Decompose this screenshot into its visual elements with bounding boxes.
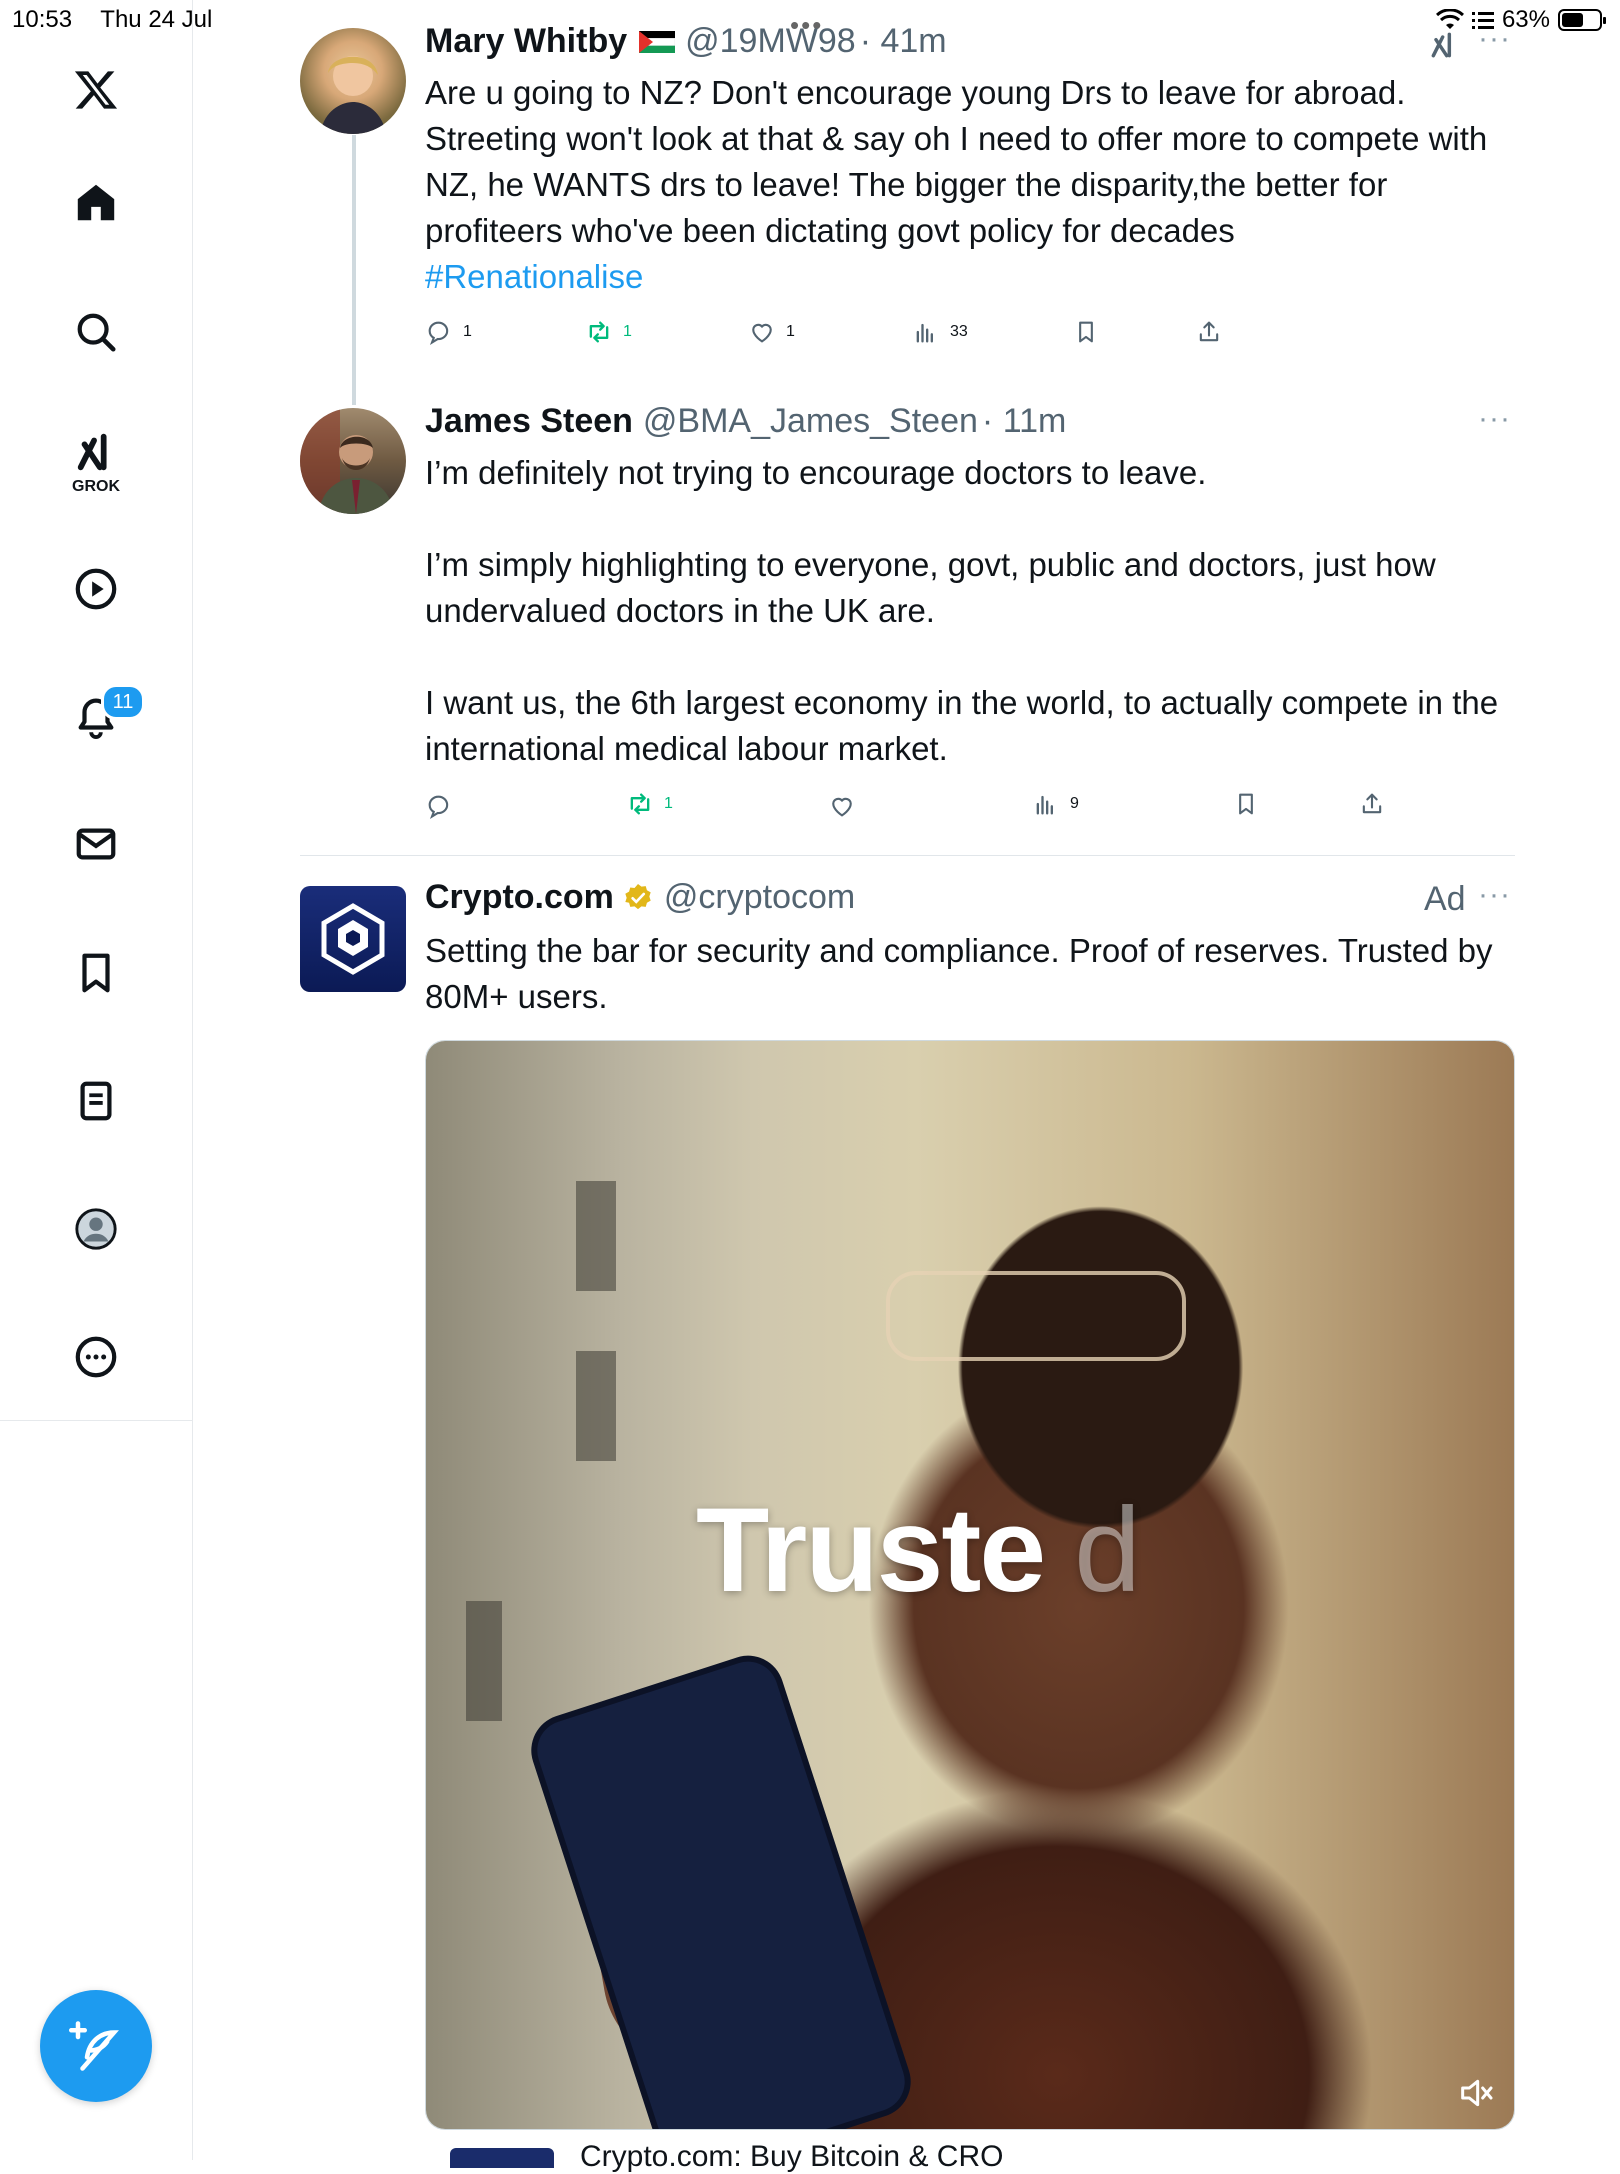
sidebar-nav: GROK 11: [0, 0, 193, 2160]
battery-icon: [1558, 9, 1606, 31]
ad-label: Ad: [1424, 880, 1466, 918]
author-handle[interactable]: @BMA_James_Steen: [643, 402, 978, 441]
video-play-icon[interactable]: [66, 559, 126, 619]
reply-button[interactable]: [425, 792, 453, 820]
bookmark-button[interactable]: [1232, 790, 1260, 818]
repost-icon: [589, 321, 609, 343]
reply-button[interactable]: 1: [425, 318, 472, 346]
repost-icon: [630, 793, 650, 815]
lists-icon[interactable]: [66, 1071, 126, 1131]
repost-button[interactable]: 1: [585, 318, 632, 346]
heart-icon: [752, 323, 772, 343]
view-count: 33: [950, 323, 968, 340]
post-more-menu-icon[interactable]: ···: [1478, 402, 1511, 436]
author-name[interactable]: James Steen: [425, 402, 633, 441]
grok-label: GROK: [72, 478, 120, 495]
sidebar-divider: [0, 1420, 192, 1421]
post-header: Crypto.com @cryptocom: [425, 878, 855, 917]
share-button[interactable]: [1195, 318, 1223, 346]
bookmarks-icon[interactable]: [66, 943, 126, 1003]
author-handle[interactable]: @19MW98: [685, 22, 856, 61]
reply-count: 1: [463, 323, 472, 340]
reply-icon: [428, 795, 449, 819]
compose-post-button[interactable]: [40, 1990, 152, 2102]
post-more-menu-icon[interactable]: ···: [1478, 878, 1511, 912]
repost-button[interactable]: 1: [626, 790, 673, 818]
crypto-com-logo-icon: [321, 903, 385, 975]
post-time: · 41m: [859, 22, 947, 60]
mute-toggle-icon[interactable]: [1456, 2073, 1496, 2113]
search-icon[interactable]: [66, 302, 126, 362]
share-button[interactable]: [1358, 790, 1386, 818]
notifications-badge: 11: [101, 684, 145, 720]
verified-gold-badge-icon: [625, 883, 651, 909]
post-time: · 11m: [981, 402, 1067, 440]
building-window: [576, 1181, 616, 1291]
video-overlay-text-faint: d: [1074, 1483, 1141, 1617]
post-header: Mary Whitby @19MW98 · 41m: [425, 22, 947, 61]
home-icon[interactable]: [66, 173, 126, 233]
grok-explain-icon[interactable]: [1428, 28, 1460, 62]
post-header: James Steen @BMA_James_Steen · 11m: [425, 402, 1066, 441]
views-button[interactable]: 33: [912, 318, 968, 346]
ad-video-media[interactable]: Truste d: [425, 1040, 1515, 2130]
post-paragraph: I want us, the 6th largest economy in th…: [425, 684, 1499, 767]
card-logo-icon: [450, 2148, 554, 2168]
compose-feather-icon: [69, 2021, 119, 2071]
repost-count: 1: [664, 795, 673, 812]
like-button[interactable]: 1: [748, 318, 795, 346]
post-more-menu-icon[interactable]: ···: [1478, 22, 1511, 56]
video-overlay-text-main: Truste: [696, 1483, 1046, 1617]
heart-icon: [832, 797, 852, 817]
repost-count: 1: [623, 323, 632, 340]
post-text: I’m definitely not trying to encourage d…: [425, 450, 1515, 772]
author-name[interactable]: Crypto.com: [425, 878, 614, 917]
hashtag-link[interactable]: #Renationalise: [425, 254, 1515, 300]
post-text: Are u going to NZ? Don't encourage young…: [425, 70, 1515, 300]
views-button[interactable]: 9: [1032, 790, 1079, 818]
glasses-shape: [886, 1271, 1186, 1361]
grok-icon[interactable]: [66, 422, 126, 482]
status-bar-right: 63%: [1435, 6, 1606, 34]
profile-avatar-icon[interactable]: [66, 1199, 126, 1259]
x-logo-icon[interactable]: [66, 60, 126, 120]
author-name[interactable]: Mary Whitby: [425, 22, 627, 61]
avatar[interactable]: [300, 28, 406, 134]
bookmark-icon: [1079, 321, 1093, 343]
post-paragraph: I’m simply highlighting to everyone, gov…: [425, 546, 1436, 629]
like-button[interactable]: [828, 792, 856, 820]
view-count: 9: [1070, 795, 1079, 812]
bookmark-button[interactable]: [1072, 318, 1100, 346]
palestine-flag-icon: [639, 30, 676, 53]
messages-mail-icon[interactable]: [66, 814, 126, 874]
post-text: Setting the bar for security and complia…: [425, 932, 1493, 1015]
avatar[interactable]: [300, 408, 406, 514]
post-text-content: Are u going to NZ? Don't encourage young…: [425, 74, 1488, 249]
post-divider: [300, 855, 1515, 856]
more-options-icon[interactable]: [66, 1327, 126, 1387]
share-icon: [1362, 793, 1382, 814]
video-overlay-text: Truste d: [696, 1481, 1141, 1619]
bookmark-icon: [1239, 793, 1253, 815]
author-handle[interactable]: @cryptocom: [664, 878, 855, 917]
thread-connector-line: [352, 135, 356, 405]
views-chart-icon: [916, 323, 933, 343]
building-window: [576, 1351, 616, 1461]
post-paragraph: I’m definitely not trying to encourage d…: [425, 454, 1207, 491]
avatar[interactable]: [300, 886, 406, 992]
share-icon: [1199, 321, 1219, 342]
reply-icon: [428, 321, 449, 345]
views-chart-icon: [1036, 795, 1053, 815]
card-title[interactable]: Crypto.com: Buy Bitcoin & CRO: [580, 2140, 1003, 2174]
building-window: [466, 1601, 502, 1721]
like-count: 1: [786, 323, 795, 340]
